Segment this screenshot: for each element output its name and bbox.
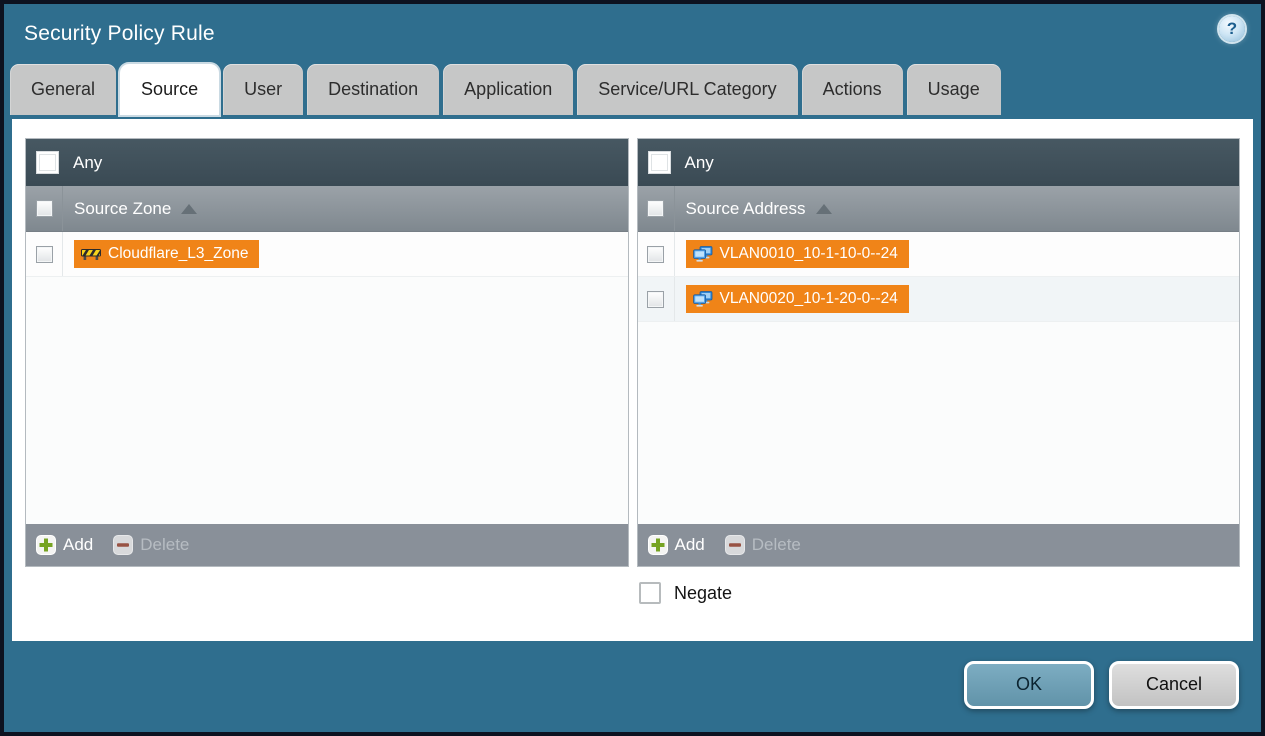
panels-container: Any Source Zone Cloudflare_L3_Zone Add D… bbox=[12, 119, 1253, 567]
dialog-button-bar: OK Cancel bbox=[4, 637, 1261, 732]
source-address-footer: Add Delete bbox=[637, 524, 1239, 566]
source-zone-list: Cloudflare_L3_Zone bbox=[26, 232, 628, 524]
negate-checkbox[interactable] bbox=[639, 582, 661, 604]
tab-usage[interactable]: Usage bbox=[906, 64, 1001, 115]
source-address-item[interactable]: VLAN0010_10-1-10-0--24 bbox=[685, 240, 909, 268]
source-address-column-text: Source Address bbox=[685, 198, 806, 218]
row-checkbox-cell bbox=[638, 232, 675, 276]
delete-icon bbox=[724, 535, 745, 555]
source-zone-any-checkbox[interactable] bbox=[36, 151, 59, 174]
tab-application[interactable]: Application bbox=[443, 64, 574, 115]
dialog-title: Security Policy Rule bbox=[24, 22, 215, 45]
tab-service-url-category[interactable]: Service/URL Category bbox=[577, 64, 798, 115]
source-address-delete-button[interactable]: Delete bbox=[724, 535, 801, 555]
table-row: VLAN0020_10-1-20-0--24 bbox=[637, 277, 1239, 322]
address-icon bbox=[692, 291, 712, 307]
source-zone-footer: Add Delete bbox=[26, 524, 628, 566]
source-address-any-label: Any bbox=[684, 152, 714, 172]
add-label: Add bbox=[674, 535, 705, 554]
source-address-select-all-checkbox[interactable] bbox=[647, 200, 664, 217]
tab-general[interactable]: General bbox=[10, 64, 117, 115]
source-zone-row-checkbox[interactable] bbox=[35, 245, 53, 263]
security-policy-rule-dialog: Security Policy Rule ? General Source Us… bbox=[0, 0, 1265, 736]
source-address-add-button[interactable]: Add bbox=[647, 535, 705, 555]
header-checkbox-cell bbox=[26, 186, 63, 231]
tab-actions[interactable]: Actions bbox=[801, 64, 903, 115]
sort-ascending-icon bbox=[181, 203, 198, 214]
delete-label: Delete bbox=[140, 535, 190, 554]
negate-row: Negate bbox=[639, 582, 1253, 604]
source-zone-panel: Any Source Zone Cloudflare_L3_Zone Add D… bbox=[25, 138, 629, 567]
add-icon bbox=[36, 535, 56, 555]
address-icon bbox=[692, 246, 712, 262]
source-zone-column-label: Source Zone bbox=[74, 198, 198, 219]
source-zone-any-label: Any bbox=[73, 152, 103, 172]
source-address-item-label: VLAN0020_10-1-20-0--24 bbox=[719, 290, 898, 307]
header-checkbox-cell bbox=[638, 186, 675, 231]
source-address-column-header[interactable]: Source Address bbox=[637, 186, 1239, 232]
source-zone-add-button[interactable]: Add bbox=[36, 535, 93, 555]
tab-content-source: Any Source Zone Cloudflare_L3_Zone Add D… bbox=[12, 119, 1253, 641]
source-zone-item[interactable]: Cloudflare_L3_Zone bbox=[74, 240, 260, 268]
table-row: Cloudflare_L3_Zone bbox=[26, 232, 628, 277]
source-address-any-row: Any bbox=[637, 139, 1239, 186]
source-zone-item-label: Cloudflare_L3_Zone bbox=[108, 245, 249, 262]
source-zone-delete-button[interactable]: Delete bbox=[113, 535, 189, 555]
title-bar: Security Policy Rule ? bbox=[4, 4, 1261, 64]
add-icon bbox=[647, 535, 668, 555]
delete-icon bbox=[113, 535, 134, 555]
source-zone-column-text: Source Zone bbox=[74, 198, 172, 218]
source-zone-column-header[interactable]: Source Zone bbox=[26, 186, 628, 232]
sort-ascending-icon bbox=[815, 203, 832, 214]
tab-bar: General Source User Destination Applicat… bbox=[4, 64, 1261, 115]
source-zone-select-all-checkbox[interactable] bbox=[35, 200, 53, 217]
row-checkbox-cell bbox=[26, 232, 63, 276]
tab-destination[interactable]: Destination bbox=[307, 64, 440, 115]
add-label: Add bbox=[63, 535, 94, 554]
tab-source[interactable]: Source bbox=[120, 64, 220, 115]
help-icon[interactable]: ? bbox=[1219, 16, 1245, 42]
source-address-item[interactable]: VLAN0020_10-1-20-0--24 bbox=[685, 285, 909, 313]
table-row: VLAN0010_10-1-10-0--24 bbox=[637, 232, 1239, 277]
source-address-row-checkbox[interactable] bbox=[647, 290, 664, 308]
ok-button[interactable]: OK bbox=[964, 660, 1094, 709]
source-address-item-label: VLAN0010_10-1-10-0--24 bbox=[719, 245, 898, 262]
source-zone-any-row: Any bbox=[26, 139, 628, 186]
source-address-row-checkbox[interactable] bbox=[647, 245, 664, 263]
cancel-button[interactable]: Cancel bbox=[1109, 660, 1239, 709]
source-address-any-checkbox[interactable] bbox=[647, 151, 671, 174]
source-address-panel: Any Source Address VLAN0010_10-1-10-0--2… bbox=[636, 138, 1240, 567]
delete-label: Delete bbox=[751, 535, 801, 554]
zone-icon bbox=[81, 249, 101, 260]
tab-user[interactable]: User bbox=[223, 64, 304, 115]
row-checkbox-cell bbox=[638, 277, 675, 321]
source-address-column-label: Source Address bbox=[686, 199, 832, 219]
negate-label: Negate bbox=[674, 582, 733, 603]
source-address-list: VLAN0010_10-1-10-0--24 VLAN0020_10-1-20-… bbox=[637, 232, 1239, 524]
